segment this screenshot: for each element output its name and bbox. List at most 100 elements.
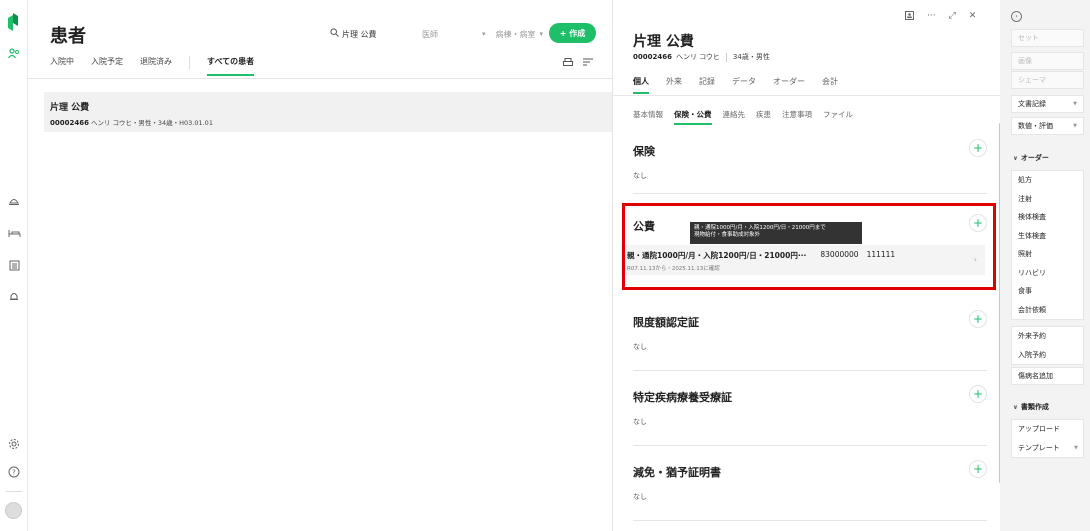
insurance-section: 保険 + なし [633,139,987,194]
admission-appointment-button[interactable]: 入院予約 [1012,346,1083,365]
patient-name-heading: 片理 公費 [633,34,694,50]
exemption-value: なし [633,493,647,501]
help-icon[interactable]: ? [7,465,21,479]
order-section-header[interactable]: ∨ オーダー [1013,153,1049,163]
patient-meta: 00002466 ヘンリ コウヒ・男性・34歳・H03.01.01 [50,117,606,127]
search-icon [330,28,342,40]
svg-text:?: ? [12,469,16,477]
subtab-files[interactable]: ファイル [823,109,853,125]
list-divider [28,78,612,79]
section-divider [633,445,987,446]
specific-disease-section: 特定疾病療養受療証 + なし [633,385,987,446]
order-item-meal[interactable]: 食事 [1012,282,1083,301]
value-eval-label: 数値・評価 [1018,122,1053,130]
tab-data[interactable]: データ [732,76,756,94]
patient-kana: ヘンリ コウヒ [675,53,720,61]
order-item-physiological-test[interactable]: 生体検査 [1012,227,1083,246]
tab-records[interactable]: 記録 [699,76,715,94]
more-options-icon[interactable]: ··· [927,11,936,23]
add-limit-certificate-button[interactable]: + [969,310,987,328]
docs-header-label: 書類作成 [1020,403,1049,411]
filter-sort-icon[interactable] [583,58,593,70]
print-icon[interactable] [563,58,573,70]
set-button[interactable]: セット [1011,29,1084,47]
close-icon[interactable]: ✕ [969,11,977,23]
settings-gear-icon[interactable] [7,437,21,451]
image-button[interactable]: 画像 [1011,52,1084,70]
subtab-notes[interactable]: 注意事項 [782,109,812,125]
search-bar[interactable]: 片理 公費 医師 ▾ 病棟・病室 ▾ [330,24,570,44]
outpatient-appointment-button[interactable]: 外来予約 [1012,327,1083,346]
tab-personal[interactable]: 個人 [633,76,649,94]
chevron-down-icon: ▼ [1073,123,1077,129]
patient-details: ヘンリ コウヒ・男性・34歳・H03.01.01 [91,119,213,127]
chevron-down-icon: ∨ [1013,155,1018,162]
app-logo-icon[interactable] [8,13,18,31]
tab-discharged[interactable]: 退院済み [140,56,172,76]
search-input[interactable]: 片理 公費 [342,29,422,40]
patient-subheading: 00002466 ヘンリ コウヒ 34歳・男性 [633,52,770,62]
detail-tabs-divider [613,95,1001,96]
schema-button[interactable]: シェーマ [1011,71,1084,89]
subtab-diseases[interactable]: 疾患 [756,109,771,125]
doctor-filter[interactable]: 医師 [422,29,482,40]
docs-section-header[interactable]: ∨ 書類作成 [1013,402,1049,412]
detail-tabs: 個人 外来 記録 データ オーダー 会計 [633,76,855,94]
patient-detail-pane: ··· ⤢ ✕ 片理 公費 00002466 ヘンリ コウヒ 34歳・男性 個人… [612,0,1001,531]
appointment-list: 外来予約 入院予約 [1011,326,1084,365]
section-title: 保険 [633,145,655,158]
tab-all-patients[interactable]: すべての患者 [207,56,255,76]
notification-bell-icon[interactable] [7,289,21,303]
subtab-insurance-public[interactable]: 保険・公費 [674,109,712,125]
chevron-down-icon: ▼ [1074,444,1078,451]
create-button[interactable]: + 作成 [549,23,596,43]
tab-inpatient[interactable]: 入院中 [50,56,74,76]
value-eval-button[interactable]: 数値・評価 ▼ [1011,117,1084,135]
tab-outpatient[interactable]: 外来 [666,76,682,94]
patients-icon[interactable] [7,46,21,60]
collapse-panel-icon[interactable]: › [1011,11,1022,22]
icon-rail: ? [0,0,28,531]
add-insurance-button[interactable]: + [969,139,987,157]
subtab-contacts[interactable]: 連絡先 [723,109,746,125]
order-item-injection[interactable]: 注射 [1012,190,1083,209]
tab-billing[interactable]: 会計 [822,76,838,94]
patient-row[interactable]: 片理 公費 00002466 ヘンリ コウヒ・男性・34歳・H03.01.01 [44,92,612,132]
chevron-down-icon: ▼ [1073,101,1077,107]
tab-orders[interactable]: オーダー [773,76,805,94]
section-title: 特定疾病療養受療証 [633,391,732,404]
template-label: テンプレート [1018,443,1060,452]
highlight-box [622,203,996,290]
page-title: 患者 [50,26,86,47]
rail-divider [6,491,22,492]
order-list: 処方 注射 検体検査 生体検査 照射 リハビリ 食事 会計依頼 [1011,170,1084,320]
upload-button[interactable]: アップロード [1012,420,1083,439]
order-item-rehab[interactable]: リハビリ [1012,264,1083,283]
list-icon[interactable] [7,258,21,272]
doc-record-button[interactable]: 文書記録 ▼ [1011,95,1084,113]
order-item-specimen-test[interactable]: 検体検査 [1012,208,1083,227]
ward-filter[interactable]: 病棟・病室 [496,29,536,40]
id-card-icon[interactable] [905,11,914,23]
add-disease-button[interactable]: 傷病名追加 [1011,367,1084,385]
section-title: 減免・猶予証明書 [633,466,721,479]
template-button[interactable]: テンプレート ▼ [1012,439,1083,458]
expand-icon[interactable]: ⤢ [949,11,956,23]
user-avatar[interactable] [5,502,22,519]
add-exemption-button[interactable]: + [969,460,987,478]
chevron-down-icon[interactable]: ▾ [540,30,544,38]
order-item-radiation[interactable]: 照射 [1012,245,1083,264]
specific-value: なし [633,418,647,426]
order-item-billing-request[interactable]: 会計依頼 [1012,301,1083,320]
subtab-basic-info[interactable]: 基本情報 [633,109,663,125]
chevron-down-icon[interactable]: ▾ [482,30,486,38]
add-specific-disease-button[interactable]: + [969,385,987,403]
patient-list-pane: 患者 片理 公費 医師 ▾ 病棟・病室 ▾ + 作成 入院中 入院予定 退院済み… [28,0,612,531]
tab-scheduled-admission[interactable]: 入院予定 [91,56,123,76]
reception-bell-icon[interactable] [7,194,21,208]
bed-icon[interactable] [7,226,21,240]
action-panel: › セット 画像 シェーマ 文書記録 ▼ 数値・評価 ▼ ∨ オーダー 処方 注射… [1000,0,1090,531]
order-item-prescription[interactable]: 処方 [1012,171,1083,190]
exemption-section: 減免・猶予証明書 + なし [633,460,987,521]
detail-subtabs: 基本情報 保険・公費 連絡先 疾患 注意事項 ファイル [633,109,864,125]
